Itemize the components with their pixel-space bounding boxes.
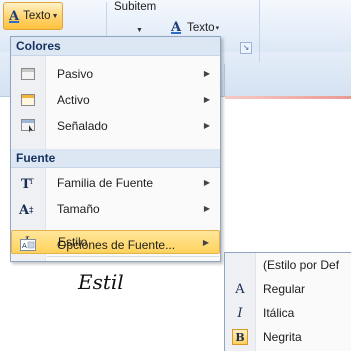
font-family-icon: TT (11, 170, 45, 196)
style-preview-caption: Estil (78, 270, 124, 294)
section-header-colores: Colores (11, 37, 220, 56)
menu-item-label: Familia de Fuente (57, 176, 154, 190)
svg-text:‡: ‡ (29, 206, 34, 216)
blank-icon (225, 253, 255, 277)
submenu-item-label: Regular (263, 282, 306, 296)
submenu-arrow-icon: ▶ (203, 178, 210, 187)
submenu-item-label: (Estilo por Def (263, 258, 340, 272)
highlighted-color-icon (11, 113, 45, 139)
svg-text:T: T (29, 178, 34, 186)
texto-button-label: Texto (23, 10, 51, 22)
chevron-down-icon: ▾ (215, 24, 220, 32)
dialog-launcher-icon[interactable]: ↘ (240, 42, 252, 54)
submenu-item-label: Itálica (263, 306, 295, 320)
document-strip (225, 96, 351, 99)
chevron-down-icon: ▼ (51, 12, 59, 20)
bold-b-icon: B (225, 325, 255, 349)
texto-secondary-label: Texto (187, 21, 215, 34)
menu-item-label: Señalado (57, 119, 108, 133)
texto-secondary-button[interactable]: A Texto ▾ (171, 20, 219, 35)
menu-item-opciones-de-fuente[interactable]: A Opciones de Fuente... (11, 232, 220, 258)
italic-i-icon: I (237, 305, 243, 321)
submenu-arrow-icon: ▶ (203, 95, 210, 104)
subitem-label: Subitem (114, 1, 157, 13)
regular-a-icon: A (235, 281, 245, 297)
svg-text:A: A (22, 242, 27, 250)
estilo-submenu: (Estilo por Def A Regular I Itálica B Ne… (224, 252, 351, 351)
submenu-arrow-icon: ▶ (203, 69, 210, 78)
submenu-item-label: Negrita (263, 330, 302, 344)
active-color-icon (11, 87, 45, 113)
ribbon-separator (259, 0, 260, 62)
font-size-icon: A ‡ (11, 196, 45, 222)
menu-item-label: Activo (57, 93, 90, 107)
font-color-icon: A (171, 20, 182, 35)
submenu-arrow-icon: ▶ (203, 204, 210, 213)
menu-item-label: Opciones de Fuente... (57, 238, 176, 252)
submenu-item-italica[interactable]: I Itálica (225, 301, 351, 325)
ribbon-separator (106, 2, 107, 38)
menu-item-pasivo[interactable]: Pasivo ▶ (11, 61, 220, 87)
menu-item-activo[interactable]: Activo ▶ (11, 87, 220, 113)
font-color-icon: A (9, 8, 20, 24)
menu-item-familia-de-fuente[interactable]: TT Familia de Fuente ▶ (11, 170, 220, 196)
submenu-item-negrita[interactable]: B Negrita (225, 325, 351, 349)
menu-item-label: Tamaño (57, 202, 100, 216)
menu-item-label: Pasivo (57, 67, 94, 81)
submenu-item-regular[interactable]: A Regular (225, 277, 351, 301)
font-options-icon: A (11, 232, 45, 258)
chevron-down-icon: ▼ (136, 27, 143, 34)
document-edge (224, 64, 225, 96)
submenu-item-estilo-por-defecto[interactable]: (Estilo por Def (225, 253, 351, 277)
section-header-fuente: Fuente (11, 149, 220, 168)
texto-dropdown-button[interactable]: A Texto ▼ (3, 2, 63, 30)
passive-color-icon (11, 61, 45, 87)
menu-item-senalado[interactable]: Señalado ▶ (11, 113, 220, 139)
menu-item-tamano[interactable]: A ‡ Tamaño ▶ (11, 196, 220, 222)
submenu-arrow-icon: ▶ (203, 121, 210, 130)
texto-dropdown-menu: Colores Pasivo ▶ Activo ▶ Señalado ▶ Fue… (10, 36, 221, 262)
